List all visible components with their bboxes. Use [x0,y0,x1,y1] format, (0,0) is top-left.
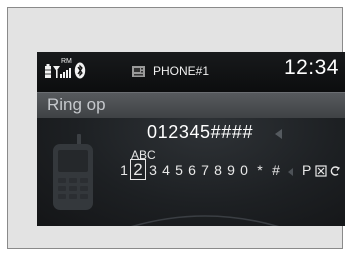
left-arrow-icon [288,168,293,176]
dialed-number: 012345#### [147,122,254,142]
status-bar: RM PHONE#1 12:34 [37,52,345,92]
handset-icon [53,134,93,210]
dial-content: 012345#### ABC 1 2 3 4 5 6 7 8 9 0 * # P [37,118,345,226]
key-2[interactable]: 2 [130,159,146,180]
key-3[interactable]: 3 [147,162,159,178]
key-star[interactable]: * [254,162,266,178]
clock: 12:34 [283,56,339,79]
display-screen: RM PHONE#1 12:34 Ring op 012345#### ABC … [37,52,345,226]
key-1[interactable]: 1 [118,162,130,178]
phone-label-group: PHONE#1 [131,64,209,78]
key-hash[interactable]: # [270,162,282,178]
signal-icon [53,66,71,78]
key-6[interactable]: 6 [186,162,198,178]
key-7[interactable]: 7 [199,162,211,178]
status-icons: RM [44,58,108,79]
key-4[interactable]: 4 [160,162,172,178]
title-bar: Ring op [37,92,345,119]
bluetooth-icon [74,62,86,79]
key-0[interactable]: 0 [238,162,250,178]
back-icon[interactable] [329,165,341,177]
key-pause[interactable]: P [302,162,311,178]
key-5[interactable]: 5 [173,162,185,178]
figure-frame: RM PHONE#1 12:34 Ring op 012345#### ABC … [7,7,345,249]
dial-arc [131,215,279,226]
backspace-arrow-icon[interactable] [275,129,282,139]
key-9[interactable]: 9 [225,162,237,178]
key-8[interactable]: 8 [212,162,224,178]
phone-name: PHONE#1 [153,64,210,78]
phone-device-icon [132,66,145,77]
roaming-label: RM [61,58,72,65]
screen-title: Ring op [47,95,106,114]
battery-icon [45,64,51,78]
delete-icon[interactable] [315,165,327,177]
